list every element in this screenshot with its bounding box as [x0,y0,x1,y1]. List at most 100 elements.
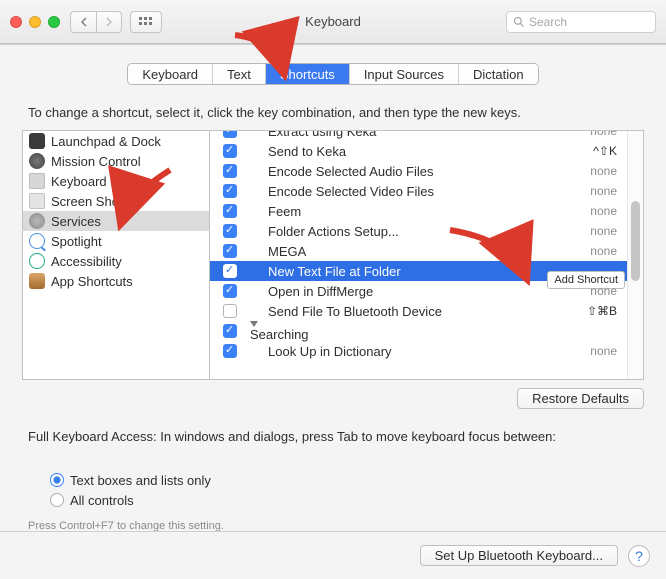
list-item[interactable]: Open in DiffMergenone [210,281,627,301]
list-item[interactable]: Encode Selected Video Filesnone [210,181,627,201]
preferences-panel: KeyboardTextShortcutsInput SourcesDictat… [0,44,666,579]
sidebar-item-mission-control[interactable]: Mission Control [23,151,209,171]
sidebar-item-label: App Shortcuts [51,274,133,289]
shortcut-value[interactable]: none [535,164,627,178]
row-label: MEGA [250,244,535,259]
sidebar-item-label: Mission Control [51,154,141,169]
checkbox[interactable] [223,344,237,358]
sidebar-item-label: Screen Shots [51,194,129,209]
close-icon[interactable] [10,16,22,28]
nav-buttons [70,11,122,33]
shortcut-value[interactable]: none [535,244,627,258]
sidebar-item-label: Keyboard [51,174,107,189]
checkbox[interactable] [223,224,237,238]
back-button[interactable] [70,11,96,33]
checkbox[interactable] [223,164,237,178]
shortcut-value[interactable]: ^⇧K [535,144,627,158]
fka-hint: Press Control+F7 to change this setting. [0,510,666,532]
checkbox[interactable] [223,284,237,298]
window-controls [10,16,60,28]
list-item[interactable]: New Text File at FolderAdd Shortcut [210,261,627,281]
fka-radio-group: Text boxes and lists only All controls [28,464,638,510]
list-item[interactable]: Encode Selected Audio Filesnone [210,161,627,181]
help-button[interactable]: ? [628,545,650,567]
scrollbar[interactable] [627,131,643,379]
accessibility-icon [29,253,45,269]
list-item[interactable]: MEGAnone [210,241,627,261]
sidebar-item-app-shortcuts[interactable]: App Shortcuts [23,271,209,291]
sidebar-item-label: Launchpad & Dock [51,134,161,149]
search-icon [513,16,525,28]
shortcut-value[interactable]: none [535,224,627,238]
forward-button[interactable] [96,11,122,33]
checkbox[interactable] [223,144,237,158]
footer: Set Up Bluetooth Keyboard... ? [0,531,666,579]
category-list[interactable]: Launchpad & Dock Mission Control Keyboard S… [22,130,210,380]
help-icon: ? [635,548,643,564]
list-item[interactable]: Send File To Bluetooth Device⇧⌘B [210,301,627,321]
checkbox[interactable] [223,304,237,318]
instruction-text: To change a shortcut, select it, click t… [0,85,666,130]
list-item[interactable]: Look Up in Dictionarynone [210,341,627,361]
radio-icon [50,493,64,507]
sidebar-item-spotlight[interactable]: Spotlight [23,231,209,251]
scrollbar-thumb[interactable] [631,201,640,281]
tab-keyboard[interactable]: Keyboard [128,64,213,84]
sidebar-item-screen-shots[interactable]: Screen Shots [23,191,209,211]
tab-text[interactable]: Text [213,64,266,84]
grid-icon [139,17,153,27]
shortcut-value[interactable]: none [535,184,627,198]
shortcut-value[interactable]: ⇧⌘B [535,304,627,318]
checkbox[interactable] [223,264,237,278]
shortcut-value[interactable]: none [535,204,627,218]
list-item[interactable]: Feemnone [210,201,627,221]
checkbox[interactable] [223,184,237,198]
search-input[interactable]: Search [506,11,656,33]
launchpad-dock-icon [29,133,45,149]
shortcut-list[interactable]: Extract using KekanoneSend to Keka^⇧KEnc… [210,130,644,380]
tab-input-sources[interactable]: Input Sources [350,64,459,84]
sidebar-item-accessibility[interactable]: Accessibility [23,251,209,271]
checkbox[interactable] [223,244,237,258]
row-label: Send to Keka [250,144,535,159]
chevron-right-icon [105,17,113,27]
radio-label: Text boxes and lists only [70,473,211,488]
services-icon [29,213,45,229]
radio-label: All controls [70,493,134,508]
list-item[interactable]: Folder Actions Setup...none [210,221,627,241]
screen-shots-icon [29,193,45,209]
restore-defaults-button[interactable]: Restore Defaults [517,388,644,409]
row-label: Look Up in Dictionary [250,344,535,359]
radio-icon [50,473,64,487]
sidebar-item-launchpad-dock[interactable]: Launchpad & Dock [23,131,209,151]
row-label: Open in DiffMerge [250,284,535,299]
list-group[interactable]: Searching [210,321,627,341]
checkbox[interactable] [223,324,237,338]
zoom-icon[interactable] [48,16,60,28]
list-item[interactable]: Extract using Kekanone [210,130,627,141]
shortcut-value[interactable]: none [535,130,627,138]
row-label: Searching [250,321,535,342]
checkbox[interactable] [223,130,237,138]
spotlight-icon [29,233,45,249]
sidebar-item-label: Accessibility [51,254,122,269]
row-label: Encode Selected Audio Files [250,164,535,179]
minimize-icon[interactable] [29,16,41,28]
shortcut-value[interactable]: none [535,344,627,358]
row-label: Feem [250,204,535,219]
sidebar-item-label: Services [51,214,101,229]
tab-shortcuts[interactable]: Shortcuts [266,64,350,84]
tab-dictation[interactable]: Dictation [459,64,538,84]
list-item[interactable]: Send to Keka^⇧K [210,141,627,161]
sidebar-item-services[interactable]: Services [23,211,209,231]
checkbox[interactable] [223,204,237,218]
fka-radio-1[interactable]: All controls [50,490,638,510]
shortcut-value[interactable]: none [535,284,627,298]
mission-control-icon [29,153,45,169]
app-shortcuts-icon [29,273,45,289]
bluetooth-keyboard-button[interactable]: Set Up Bluetooth Keyboard... [420,545,618,566]
fka-radio-0[interactable]: Text boxes and lists only [50,470,638,490]
row-label: Send File To Bluetooth Device [250,304,535,319]
show-all-button[interactable] [130,11,162,33]
sidebar-item-keyboard[interactable]: Keyboard [23,171,209,191]
